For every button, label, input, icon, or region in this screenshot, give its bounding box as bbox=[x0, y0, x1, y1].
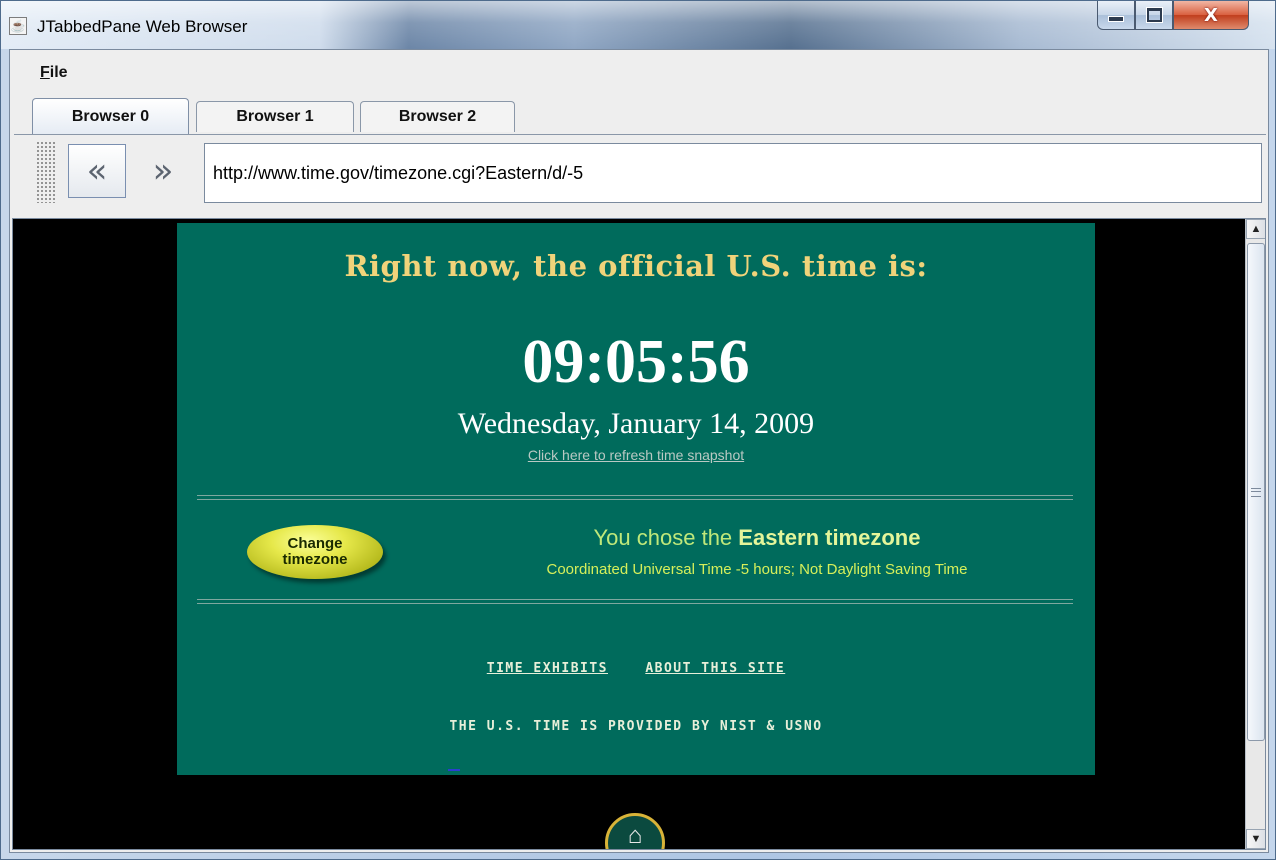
about-site-link[interactable]: ABOUT THIS SITE bbox=[645, 661, 785, 676]
divider-top bbox=[197, 495, 1073, 500]
home-icon[interactable]: ⌂ bbox=[605, 813, 665, 849]
window-title: JTabbedPane Web Browser bbox=[37, 17, 248, 36]
toolbar-grip-handle[interactable] bbox=[36, 141, 56, 203]
title-bar[interactable]: ☕ JTabbedPane Web Browser X bbox=[1, 1, 1275, 49]
back-chevron-icon: « bbox=[86, 151, 108, 191]
java-cup-icon[interactable]: ☕ bbox=[9, 17, 27, 35]
minimize-icon bbox=[1108, 16, 1124, 22]
app-window: ☕ JTabbedPane Web Browser X File Browser… bbox=[0, 0, 1276, 860]
chosen-zone: Eastern timezone bbox=[738, 525, 921, 550]
scroll-thumb[interactable] bbox=[1247, 243, 1265, 741]
tab-browser-2[interactable]: Browser 2 bbox=[360, 101, 515, 132]
minimize-button[interactable] bbox=[1097, 1, 1135, 30]
hidden-link[interactable] bbox=[448, 769, 460, 771]
official-date: Wednesday, January 14, 2009 bbox=[457, 407, 815, 440]
change-line-1: Change bbox=[287, 535, 343, 552]
timezone-detail: Coordinated Universal Time -5 hours; Not… bbox=[546, 561, 968, 578]
provided-by-text: THE U.S. TIME IS PROVIDED BY NIST & USNO bbox=[449, 719, 823, 734]
change-line-2: timezone bbox=[282, 551, 348, 568]
refresh-link[interactable]: Click here to refresh time snapshot bbox=[177, 447, 1095, 463]
menu-file-label: ile bbox=[49, 64, 68, 81]
maximize-button[interactable] bbox=[1135, 1, 1173, 30]
tab-browser-0[interactable]: Browser 0 bbox=[32, 98, 189, 134]
change-timezone-label: Change timezone bbox=[282, 536, 347, 568]
maximize-icon bbox=[1146, 8, 1162, 22]
back-button[interactable]: « bbox=[68, 144, 126, 198]
navigation-toolbar: « » http://www.time.gov/timezone.cgi?Eas… bbox=[14, 135, 1266, 213]
vertical-scrollbar[interactable]: ▲ ▼ bbox=[1245, 219, 1265, 849]
menu-bar: File bbox=[10, 50, 1268, 94]
arrow-down-icon: ▼ bbox=[1250, 833, 1262, 845]
menu-file-mnemonic: F bbox=[40, 64, 50, 81]
close-icon: X bbox=[1204, 4, 1218, 26]
footer-links: TIME EXHIBITS ABOUT THIS SITE bbox=[177, 661, 1095, 676]
menu-file[interactable]: File bbox=[40, 64, 68, 82]
thumb-grip-icon bbox=[1251, 487, 1261, 497]
chosen-prefix: You chose the bbox=[593, 525, 733, 550]
scroll-up-button[interactable]: ▲ bbox=[1246, 219, 1265, 239]
official-time: 09:05:56 bbox=[522, 328, 750, 396]
time-gov-page: Right now, the official U.S. time is: 09… bbox=[177, 223, 1095, 775]
forward-chevron-icon: » bbox=[152, 151, 174, 191]
divider-bottom bbox=[197, 599, 1073, 604]
web-view[interactable]: Right now, the official U.S. time is: 09… bbox=[12, 218, 1266, 850]
arrow-up-icon: ▲ bbox=[1250, 223, 1262, 235]
chosen-timezone-text: You chose the Eastern timezone bbox=[427, 525, 1087, 551]
tab-strip: Browser 0 Browser 1 Browser 2 bbox=[10, 94, 1268, 134]
url-input[interactable]: http://www.time.gov/timezone.cgi?Eastern… bbox=[204, 143, 1262, 203]
time-exhibits-link[interactable]: TIME EXHIBITS bbox=[487, 661, 608, 676]
tab-browser-1[interactable]: Browser 1 bbox=[196, 101, 354, 132]
scroll-down-button[interactable]: ▼ bbox=[1246, 829, 1265, 849]
page-headline: Right now, the official U.S. time is: bbox=[344, 249, 928, 283]
change-timezone-button[interactable]: Change timezone bbox=[247, 525, 383, 579]
forward-button[interactable]: » bbox=[134, 144, 192, 198]
close-button[interactable]: X bbox=[1173, 1, 1249, 30]
client-area: File Browser 0 Browser 1 Browser 2 « » h… bbox=[9, 49, 1269, 853]
